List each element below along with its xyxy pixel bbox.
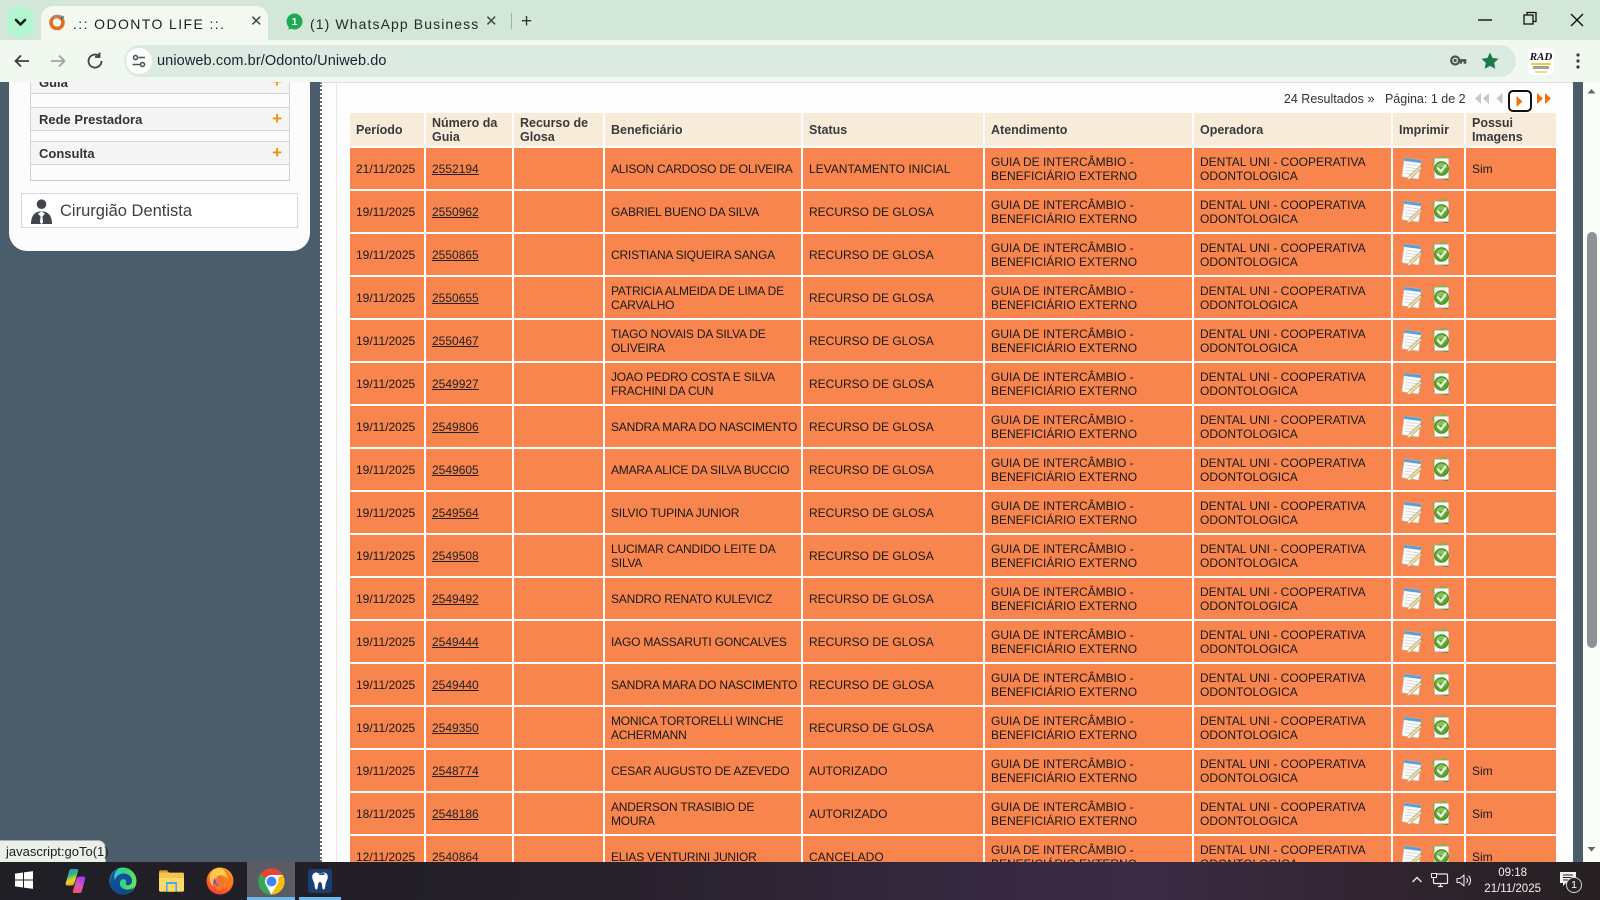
svg-text:1: 1 <box>292 16 298 28</box>
